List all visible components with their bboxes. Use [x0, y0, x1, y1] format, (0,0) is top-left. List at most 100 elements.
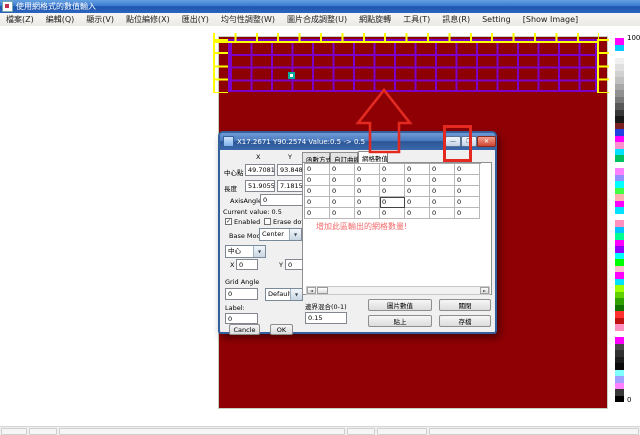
- grid-cell[interactable]: 0: [305, 186, 330, 197]
- grid-cell[interactable]: 0: [330, 208, 355, 219]
- grid-cell[interactable]: 0: [330, 175, 355, 186]
- blend-field[interactable]: 0.15: [305, 312, 347, 324]
- center-x-field[interactable]: 49.7081: [245, 164, 275, 176]
- scroll-right-icon[interactable]: ►: [480, 287, 489, 294]
- column-header-x: X: [256, 153, 260, 161]
- paste-button[interactable]: 貼上: [368, 315, 432, 327]
- close-button[interactable]: 關閉: [439, 299, 491, 311]
- grid-cell[interactable]: 0: [455, 186, 480, 197]
- purple-grid-overlay[interactable]: [228, 39, 597, 92]
- grid-cell[interactable]: 0: [455, 175, 480, 186]
- yellow-grid-left: [213, 39, 228, 93]
- yellow-grid-right: [597, 39, 609, 93]
- grid-angle-field[interactable]: 0: [225, 288, 258, 300]
- base-mode-value: Center: [262, 230, 284, 238]
- grid-cell[interactable]: 0: [305, 164, 330, 175]
- grid-cell[interactable]: 0: [405, 175, 430, 186]
- grid-cell[interactable]: 0: [330, 164, 355, 175]
- grid-cell[interactable]: 0: [430, 175, 455, 186]
- menu-item[interactable]: Setting: [476, 15, 517, 24]
- anchor-value: 中心: [228, 247, 241, 255]
- grid-cell[interactable]: 0: [305, 208, 330, 219]
- center-label: 中心點: [224, 167, 244, 177]
- grid-cell[interactable]: 0: [455, 164, 480, 175]
- grid-cell[interactable]: 0: [380, 186, 405, 197]
- grid-cell[interactable]: 0: [355, 208, 380, 219]
- grid-cell[interactable]: 0: [380, 175, 405, 186]
- grid-cursor-marker[interactable]: [288, 72, 295, 79]
- menu-item[interactable]: 點位編修(X): [120, 14, 176, 25]
- blend-label: 邊界混合(0-1): [305, 301, 347, 311]
- window-title-bar: 使用網格式的數值輸入: [0, 0, 640, 13]
- menu-item[interactable]: 均勻性調整(W): [215, 14, 281, 25]
- grid-cell[interactable]: 0: [430, 164, 455, 175]
- grid-cell[interactable]: 0: [455, 208, 480, 219]
- enabled-checkbox[interactable]: ✓: [225, 218, 232, 225]
- grid-cell[interactable]: 0: [380, 208, 405, 219]
- annotation-rectangle: [443, 125, 472, 162]
- scale-min-label: 0: [627, 396, 631, 404]
- menu-item[interactable]: 網點旋轉: [353, 14, 397, 25]
- grid-cell[interactable]: 0: [380, 197, 405, 208]
- chevron-down-icon[interactable]: ▼: [289, 229, 301, 240]
- grid-cell[interactable]: 0: [405, 208, 430, 219]
- grid-cell[interactable]: 0: [455, 197, 480, 208]
- cancel-button[interactable]: Cancle: [229, 324, 260, 335]
- column-header-y: Y: [288, 153, 292, 161]
- dialog-close-button[interactable]: ✕: [477, 136, 496, 147]
- grid-cell[interactable]: 0: [430, 208, 455, 219]
- grid-cell[interactable]: 0: [355, 197, 380, 208]
- dialog-icon: [223, 136, 234, 147]
- erase-dots-checkbox[interactable]: [264, 218, 271, 225]
- menu-item[interactable]: 顯示(V): [80, 14, 120, 25]
- menu-item[interactable]: [Show Image]: [517, 15, 584, 24]
- grid-angle-mode-value: Default: [268, 290, 292, 298]
- window-title: 使用網格式的數值輸入: [16, 1, 96, 12]
- scrollbar-track[interactable]: [328, 287, 480, 294]
- menu-item[interactable]: 檔案(Z): [0, 14, 40, 25]
- grid-cell[interactable]: 0: [405, 186, 430, 197]
- length-x-field[interactable]: 51.9055: [245, 180, 275, 192]
- grid-cell[interactable]: 0: [430, 197, 455, 208]
- grid-cell[interactable]: 0: [305, 197, 330, 208]
- offset-x-field[interactable]: 0: [236, 259, 258, 270]
- grid-cell[interactable]: 0: [330, 197, 355, 208]
- horizontal-scrollbar[interactable]: ◄ ►: [306, 286, 490, 295]
- grid-cell[interactable]: 0: [405, 197, 430, 208]
- grid-cell[interactable]: 0: [355, 175, 380, 186]
- color-palette-strip[interactable]: [615, 38, 624, 402]
- offset-y-label: Y: [279, 261, 283, 269]
- menu-item[interactable]: 訊息(R): [436, 14, 476, 25]
- grid-cell[interactable]: 0: [430, 186, 455, 197]
- menu-item[interactable]: 匯出(Y): [176, 14, 215, 25]
- chevron-down-icon[interactable]: ▼: [290, 289, 302, 300]
- hint-text: 增加此區輸出的網格數量!: [316, 221, 407, 232]
- menu-item[interactable]: 編輯(Q): [40, 14, 81, 25]
- base-mode-dropdown[interactable]: Center ▼: [259, 228, 302, 241]
- ok-button[interactable]: OK: [270, 324, 293, 335]
- workspace: 100 0 X17.2671 Y90.2574 Value:0.5 -> 0.5…: [0, 26, 640, 426]
- grid-cell[interactable]: 0: [355, 164, 380, 175]
- menu-item[interactable]: 工具(T): [397, 14, 436, 25]
- grid-cell[interactable]: 0: [405, 164, 430, 175]
- palette-band[interactable]: [615, 396, 624, 403]
- image-values-button[interactable]: 圖片數值: [368, 299, 432, 311]
- chevron-down-icon[interactable]: ▼: [253, 246, 265, 257]
- grid-cell[interactable]: 0: [380, 164, 405, 175]
- axis-angle-field[interactable]: 0: [260, 194, 305, 206]
- value-grid: 00000000000000000000000000000000000: [304, 163, 481, 219]
- scrollbar-thumb[interactable]: [317, 287, 328, 294]
- save-button[interactable]: 存檔: [439, 315, 491, 327]
- grid-angle-mode-dropdown[interactable]: Default ▼: [265, 288, 303, 301]
- scroll-left-icon[interactable]: ◄: [307, 287, 316, 294]
- grid-cell[interactable]: 0: [330, 186, 355, 197]
- app-icon: [2, 1, 13, 12]
- yellow-grid-top: [213, 33, 599, 43]
- menu-bar: 檔案(Z)編輯(Q)顯示(V)點位編修(X)匯出(Y)均勻性調整(W)圖片合成調…: [0, 13, 640, 27]
- axis-angle-label: AxisAngle: [230, 197, 262, 205]
- anchor-dropdown[interactable]: 中心 ▼: [225, 245, 266, 258]
- grid-cell[interactable]: 0: [305, 175, 330, 186]
- menu-item[interactable]: 圖片合成調整(U): [281, 14, 353, 25]
- label-field[interactable]: 0: [225, 313, 258, 324]
- grid-cell[interactable]: 0: [355, 186, 380, 197]
